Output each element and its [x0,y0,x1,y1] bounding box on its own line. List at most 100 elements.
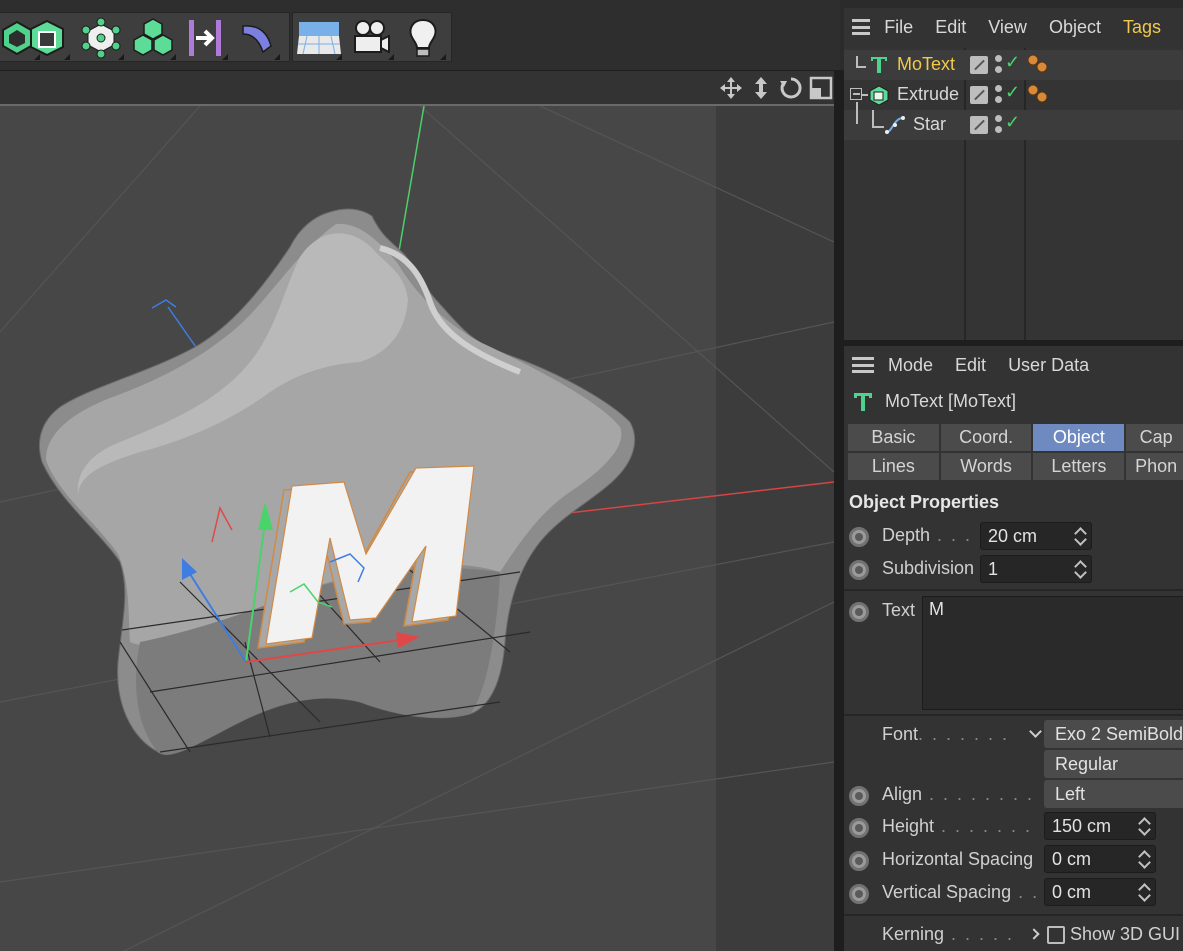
height-field[interactable]: 150 cm [1044,812,1156,840]
tab-coord[interactable]: Coord. [940,424,1032,451]
cloner-object-icon[interactable] [127,13,179,63]
enabled-check-icon[interactable]: ✓ [1005,112,1020,133]
object-row-star[interactable]: Star ✓ [844,102,1183,140]
kerning-expand-icon[interactable] [1028,928,1040,940]
depth-value: 20 cm [988,526,1038,546]
generator-object-icon[interactable] [75,13,127,63]
animate-depth-radio[interactable] [849,527,869,547]
object-row-extrude[interactable]: Extrude ✓ [844,80,1183,110]
menu-edit[interactable]: Edit [955,355,986,376]
tab-basic[interactable]: Basic [848,424,939,451]
rotate-view-icon[interactable] [778,75,804,101]
zoom-view-icon[interactable] [748,75,774,101]
scene-render [0,106,834,951]
cube-object-icon[interactable] [21,13,73,63]
floor-environment-icon[interactable] [293,13,345,63]
camera-icon[interactable] [345,13,397,63]
depth-spinner-icon[interactable] [1075,526,1087,546]
section-title: Object Properties [849,492,1000,512]
align-label: Align . . . . . . . . [882,784,1035,804]
visibility-dots-icon[interactable] [995,55,1003,75]
menu-edit[interactable]: Edit [935,17,966,38]
tab-object[interactable]: Object [1033,424,1125,451]
animate-horizontal-spacing-radio[interactable] [849,851,869,871]
object-name-extrude[interactable]: Extrude [897,84,959,105]
tree-line [856,102,858,124]
panel-divider[interactable] [834,70,844,951]
bend-deformer-icon[interactable] [231,13,283,63]
menu-tags[interactable]: Tags [1123,17,1161,38]
viewport-header [0,70,840,104]
motext-icon [871,57,887,73]
deformer-object-icon[interactable] [179,13,231,63]
edit-render-toggle[interactable] [970,56,988,74]
menu-user-data[interactable]: User Data [1008,355,1089,376]
move-view-icon[interactable] [718,75,744,101]
animate-text-radio[interactable] [849,602,869,622]
tab-letters[interactable]: Letters [1033,453,1125,480]
animate-subdivision-radio[interactable] [849,560,869,580]
light-icon[interactable] [397,13,449,63]
vertical-spacing-label: Vertical Spacing . . [882,882,1040,902]
tree-line [856,66,866,68]
object-name-motext[interactable]: MoText [897,54,955,75]
visibility-dots-icon[interactable] [995,115,1003,135]
menu-mode[interactable]: Mode [888,355,933,376]
tab-words[interactable]: Words [940,453,1032,480]
subdivision-field[interactable]: 1 [980,555,1092,583]
object-name-star[interactable]: Star [913,114,946,135]
menu-object[interactable]: Object [1049,17,1101,38]
animate-vertical-spacing-radio[interactable] [849,884,869,904]
text-input[interactable]: M [922,596,1183,710]
font-style-dropdown[interactable]: Regular [1044,750,1183,778]
tab-caps[interactable]: Cap [1126,424,1183,451]
3d-viewport[interactable] [0,104,834,951]
animate-height-radio[interactable] [849,818,869,838]
edit-render-toggle[interactable] [970,86,988,104]
divider [844,589,1183,591]
tab-phong[interactable]: Phon [1126,453,1183,480]
object-tools-group [0,12,290,62]
toggle-view-icon[interactable] [808,75,834,101]
height-spinner-icon[interactable] [1139,816,1151,836]
object-manager-menubar: File Edit View Object Tags [844,8,1183,46]
height-label: Height . . . . . . . [882,816,1033,836]
object-manager: File Edit View Object Tags MoText ✓ Extr… [844,8,1183,340]
subdivision-label: Subdivision [882,558,975,578]
motext-icon [854,393,872,411]
tag-icon[interactable] [1026,83,1050,107]
enabled-check-icon[interactable]: ✓ [1005,52,1020,73]
height-value: 150 cm [1052,816,1112,836]
tree-line [872,126,884,128]
menu-hamburger-icon[interactable] [852,19,871,35]
object-row-motext[interactable]: MoText ✓ [844,50,1183,80]
edit-render-toggle[interactable] [970,116,988,134]
tag-icon[interactable] [1026,53,1050,77]
tabs-row-2: Lines Words Letters Phon [848,453,1183,481]
horizontal-spacing-field[interactable]: 0 cm [1044,845,1156,873]
tab-lines[interactable]: Lines [848,453,939,480]
scene-tools-group [292,12,452,62]
align-dropdown[interactable]: Left [1044,780,1183,808]
vertical-spacing-spinner-icon[interactable] [1139,882,1151,902]
animate-align-radio[interactable] [849,786,869,806]
tabs-row-1: Basic Coord. Object Cap [848,424,1183,452]
font-expand-icon[interactable] [1029,725,1042,738]
menu-view[interactable]: View [988,17,1027,38]
divider [844,914,1183,916]
subdivision-spinner-icon[interactable] [1075,559,1087,579]
show-3d-gui-label: Show 3D GUI [1070,924,1181,944]
menu-file[interactable]: File [884,17,913,38]
show-3d-gui-checkbox[interactable] [1047,926,1065,944]
spline-star-icon [885,116,905,134]
depth-field[interactable]: 20 cm [980,522,1092,550]
menu-hamburger-icon[interactable] [852,357,874,373]
depth-label: Depth . . . [882,525,973,545]
horizontal-spacing-label: Horizontal Spacing [882,849,1034,869]
vertical-spacing-field[interactable]: 0 cm [1044,878,1156,906]
enabled-check-icon[interactable]: ✓ [1005,82,1020,103]
visibility-dots-icon[interactable] [995,85,1003,105]
horizontal-spacing-spinner-icon[interactable] [1139,849,1151,869]
font-family-dropdown[interactable]: Exo 2 SemiBold [1044,720,1183,748]
main-toolbar [0,0,840,70]
